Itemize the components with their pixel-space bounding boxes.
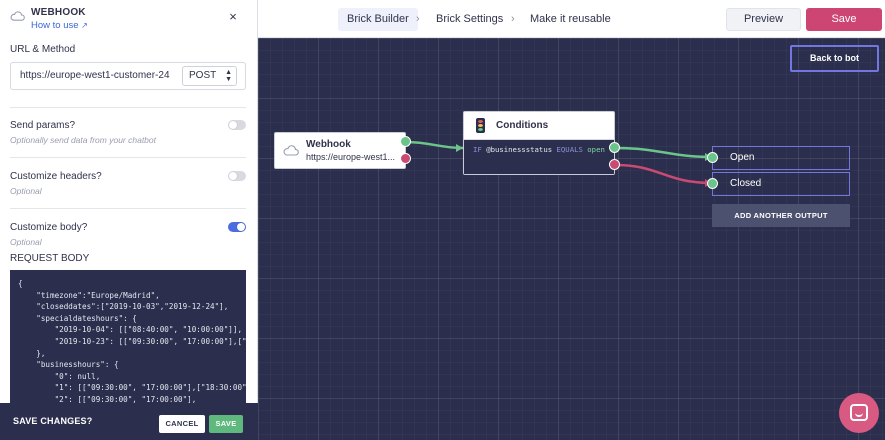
output-closed-port[interactable] <box>707 178 718 189</box>
request-body-code: { "timezone":"Europe/Madrid", "closeddat… <box>18 279 246 403</box>
save-changes-label: SAVE CHANGES? <box>13 416 93 426</box>
customize-headers-label: Customize headers? <box>10 171 102 182</box>
request-body-label: REQUEST BODY <box>10 253 90 264</box>
customize-headers-toggle[interactable] <box>228 171 246 181</box>
url-method-label: URL & Method <box>10 44 76 55</box>
conditions-node-header: Conditions <box>464 112 614 140</box>
webhook-node-url: https://europe-west1... <box>306 152 396 162</box>
chat-launcher-button[interactable] <box>839 393 879 433</box>
divider <box>10 208 246 209</box>
send-params-hint: Optionally send data from your chatbot <box>10 135 156 145</box>
preview-button[interactable]: Preview <box>726 8 801 31</box>
tab-brick-settings[interactable]: Brick Settings <box>436 8 503 31</box>
condition-if: IF <box>473 145 482 154</box>
save-button[interactable]: Save <box>806 8 882 31</box>
divider <box>10 157 246 158</box>
webhook-node[interactable]: Webhook https://europe-west1... <box>274 132 406 169</box>
method-select[interactable]: POST ▲ ▼ <box>182 66 237 86</box>
conditions-node[interactable]: Conditions IF @businessstatus EQUALS ope… <box>463 111 615 175</box>
webhook-settings-panel: WEBHOOK How to use ↗ × URL & Method http… <box>0 0 258 440</box>
send-params-label: Send params? <box>10 120 76 131</box>
condition-value: open <box>587 145 605 154</box>
panel-title: WEBHOOK <box>31 7 86 18</box>
cloud-icon <box>10 11 25 21</box>
back-to-bot-button[interactable]: Back to bot <box>790 45 879 72</box>
output-label: Closed <box>730 178 762 189</box>
external-link-icon: ↗ <box>81 21 88 30</box>
webhook-error-port[interactable] <box>400 153 411 164</box>
toggle-knob <box>229 121 237 129</box>
webhook-success-port[interactable] <box>400 136 411 147</box>
url-field[interactable]: https://europe-west1-customer-24 POST ▲ ▼ <box>10 62 246 90</box>
cancel-button[interactable]: CANCEL <box>159 415 205 433</box>
send-params-toggle[interactable] <box>228 120 246 130</box>
breadcrumb-separator: › <box>511 13 515 25</box>
url-input[interactable]: https://europe-west1-customer-24 <box>20 63 182 89</box>
cloud-icon <box>283 145 299 156</box>
output-open-port[interactable] <box>707 152 718 163</box>
flow-canvas[interactable] <box>258 38 885 440</box>
tab-brick-builder[interactable]: Brick Builder <box>338 8 418 31</box>
condition-variable: @businessstatus <box>486 145 553 154</box>
customize-headers-hint: Optional <box>10 186 42 196</box>
save-changes-bar: SAVE CHANGES? CANCEL SAVE <box>0 403 258 440</box>
chat-icon <box>850 404 868 421</box>
output-label: Open <box>730 152 755 163</box>
method-value: POST <box>189 70 217 81</box>
how-to-use-label: How to use <box>31 20 79 31</box>
customize-body-hint: Optional <box>10 237 42 247</box>
toggle-knob <box>237 223 245 231</box>
how-to-use-link[interactable]: How to use ↗ <box>31 20 88 31</box>
top-bar: Brick Builder › Brick Settings › Make it… <box>258 0 885 38</box>
conditions-error-port[interactable] <box>609 159 620 170</box>
customize-body-label: Customize body? <box>10 222 88 233</box>
divider <box>10 107 246 108</box>
conditions-success-port[interactable] <box>609 142 620 153</box>
output-open[interactable]: Open <box>712 146 850 170</box>
conditions-node-title: Conditions <box>496 120 549 131</box>
output-closed[interactable]: Closed <box>712 172 850 196</box>
webhook-node-title: Webhook <box>306 139 351 150</box>
select-arrows-icon: ▲ ▼ <box>225 69 232 83</box>
add-another-output-button[interactable]: ADD ANOTHER OUTPUT <box>712 204 850 227</box>
traffic-light-icon <box>476 118 485 133</box>
customize-body-toggle[interactable] <box>228 222 246 232</box>
panel-header: WEBHOOK How to use ↗ × <box>0 0 258 36</box>
condition-operator: EQUALS <box>556 145 583 154</box>
breadcrumb-separator: › <box>416 13 420 25</box>
request-body-editor[interactable]: { "timezone":"Europe/Madrid", "closeddat… <box>10 270 246 403</box>
condition-rule: IF @businessstatus EQUALS open <box>464 140 614 174</box>
tab-make-it-reusable[interactable]: Make it reusable <box>530 8 611 31</box>
save-changes-button[interactable]: SAVE <box>209 415 243 433</box>
toggle-knob <box>229 172 237 180</box>
close-icon[interactable]: × <box>226 10 240 24</box>
